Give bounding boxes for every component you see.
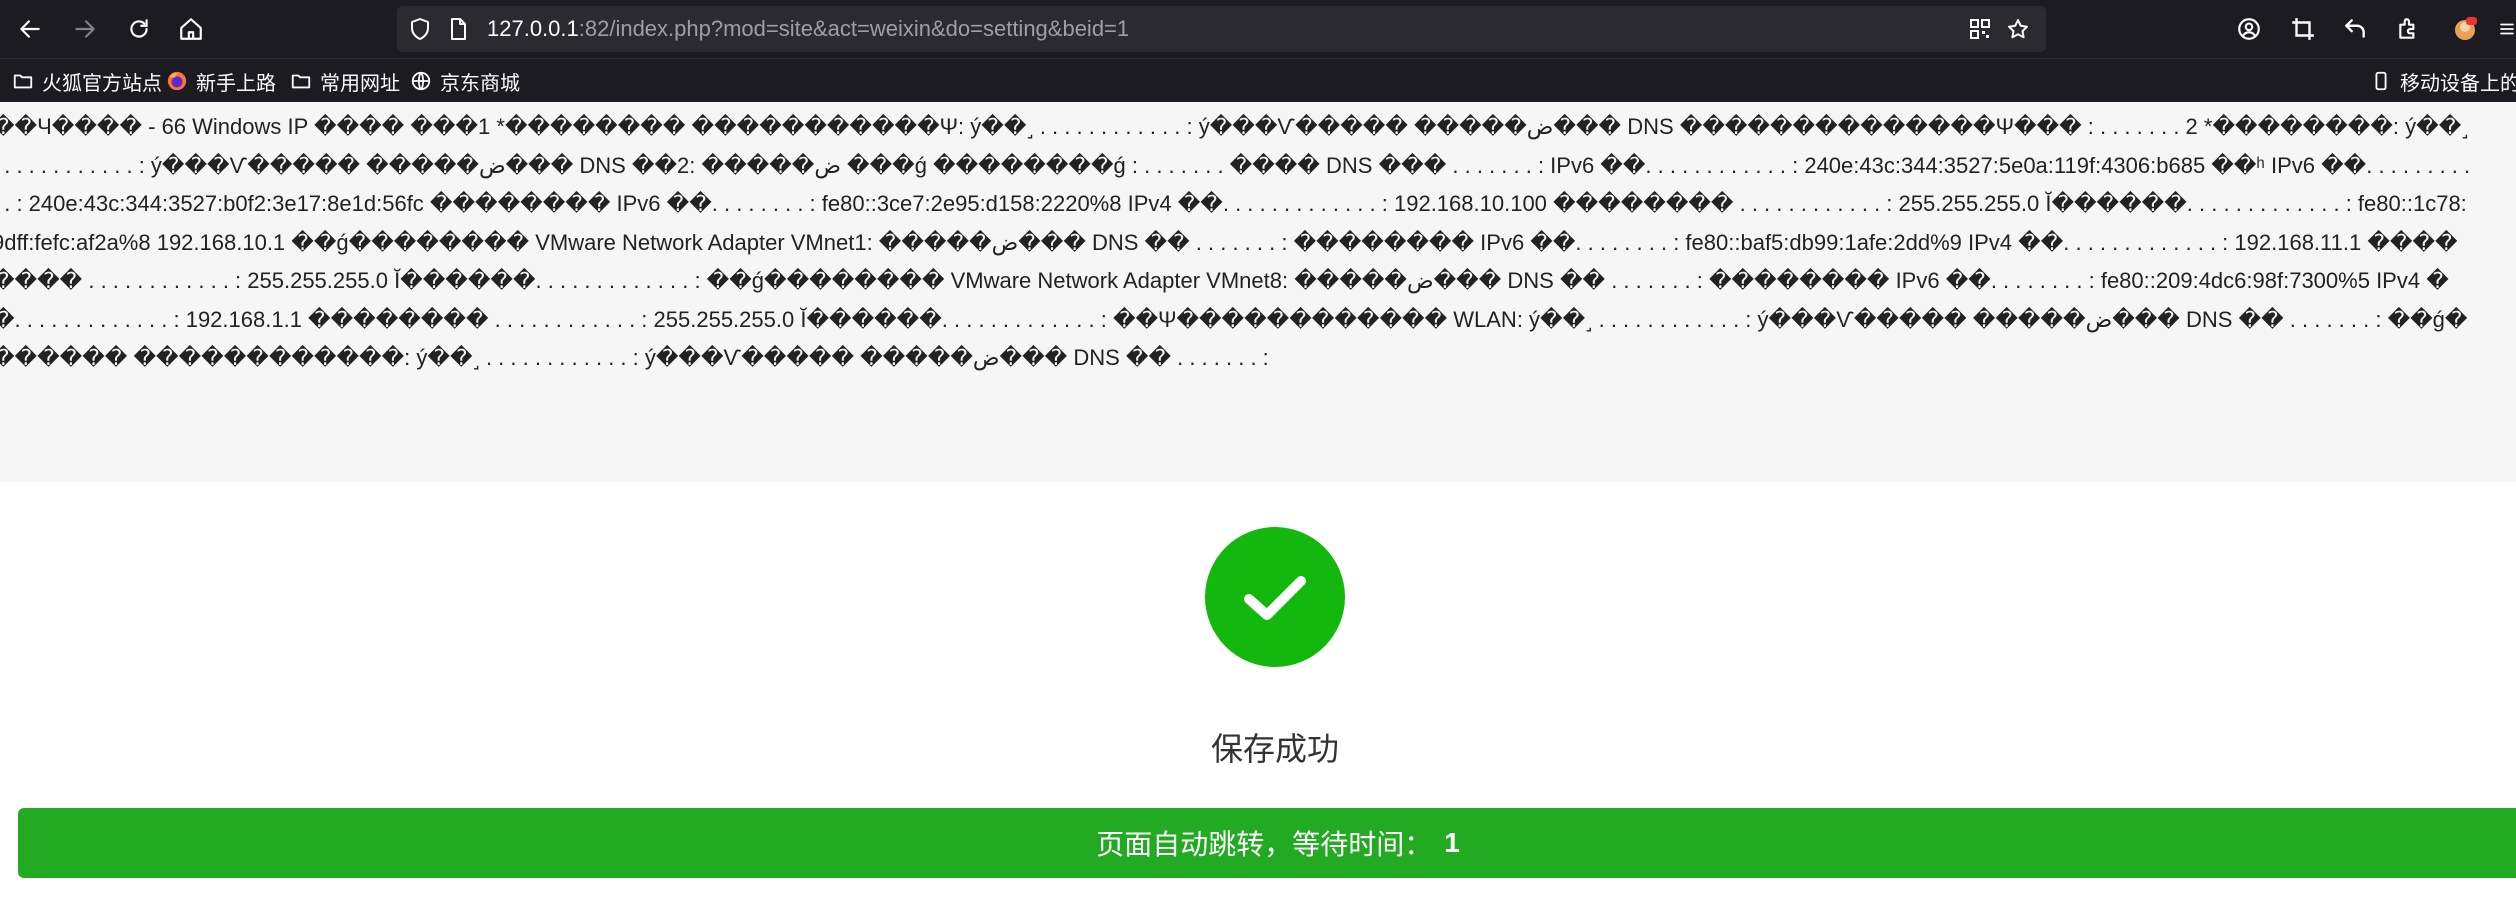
ipconfig-output-text: ��Ч���� - 66 Windows IP ���� ���1 *�����… (0, 114, 2471, 370)
browser-toolbar: 127.0.0.1:82/index.php?mod=site&act=weix… (0, 0, 2516, 58)
result-page: 保存成功 页面自动跳转，等待时间： 1 (0, 482, 2516, 898)
mobile-bookmarks-label: 移动设备上的书 (2400, 72, 2516, 95)
back-button[interactable] (11, 10, 49, 48)
home-button[interactable] (172, 10, 210, 48)
success-indicator (1205, 527, 1345, 667)
address-bar[interactable]: 127.0.0.1:82/index.php?mod=site&act=weix… (397, 6, 2046, 52)
bookmark-getting-started[interactable]: 新手上路 (166, 59, 276, 103)
folder-icon (13, 74, 33, 89)
reload-icon (130, 19, 148, 38)
avatar-icon[interactable] (2450, 14, 2480, 44)
crop-icon[interactable] (2288, 14, 2318, 44)
redirect-countdown: 1 (1444, 827, 1460, 858)
globe-icon (411, 71, 431, 91)
url-text[interactable]: 127.0.0.1:82/index.php?mod=site&act=weix… (487, 6, 1129, 52)
bookmark-firefox-official[interactable]: 火狐官方站点 (12, 59, 162, 103)
folder-icon (291, 74, 311, 89)
bookmark-label: 火狐官方站点 (42, 72, 162, 95)
firefox-icon (167, 71, 187, 91)
mobile-bookmarks[interactable]: 移动设备上的书 (2370, 59, 2516, 103)
bookmarks-toolbar: 火狐官方站点 新手上路 常用网址 京东商城 移动设备上的书 (0, 58, 2516, 103)
bookmark-star-icon[interactable] (2005, 16, 2031, 42)
menu-icon[interactable] (2498, 14, 2516, 44)
extensions-icon[interactable] (2394, 14, 2424, 44)
bookmark-jd-mall[interactable]: 京东商城 (410, 59, 520, 103)
auto-redirect-bar[interactable]: 页面自动跳转，等待时间： 1 (18, 808, 2516, 878)
command-output-panel: ��Ч���� - 66 Windows IP ���� ���1 *�����… (0, 102, 2516, 482)
bookmark-label: 京东商城 (440, 72, 520, 95)
bookmark-label: 常用网址 (320, 72, 400, 95)
back-icon (20, 20, 40, 38)
shield-icon[interactable] (407, 16, 433, 42)
url-host: 127.0.0.1 (487, 16, 579, 41)
home-icon (180, 18, 202, 40)
checkmark-icon (1244, 576, 1306, 620)
page-icon[interactable] (445, 16, 471, 42)
success-message: 保存成功 (1210, 731, 1339, 767)
redirect-text: 页面自动跳转，等待时间： (1096, 829, 1433, 860)
reload-button[interactable] (120, 10, 158, 48)
mobile-device-icon (2375, 71, 2387, 91)
forward-button[interactable] (66, 10, 104, 48)
bookmark-label: 新手上路 (196, 72, 276, 95)
forward-icon (75, 20, 95, 38)
url-path: :82/index.php?mod=site&act=weixin&do=set… (578, 16, 1130, 41)
account-icon[interactable] (2234, 14, 2264, 44)
bookmark-common-sites[interactable]: 常用网址 (290, 59, 400, 103)
undo-icon[interactable] (2340, 14, 2370, 44)
qr-code-icon[interactable] (1967, 16, 1993, 42)
